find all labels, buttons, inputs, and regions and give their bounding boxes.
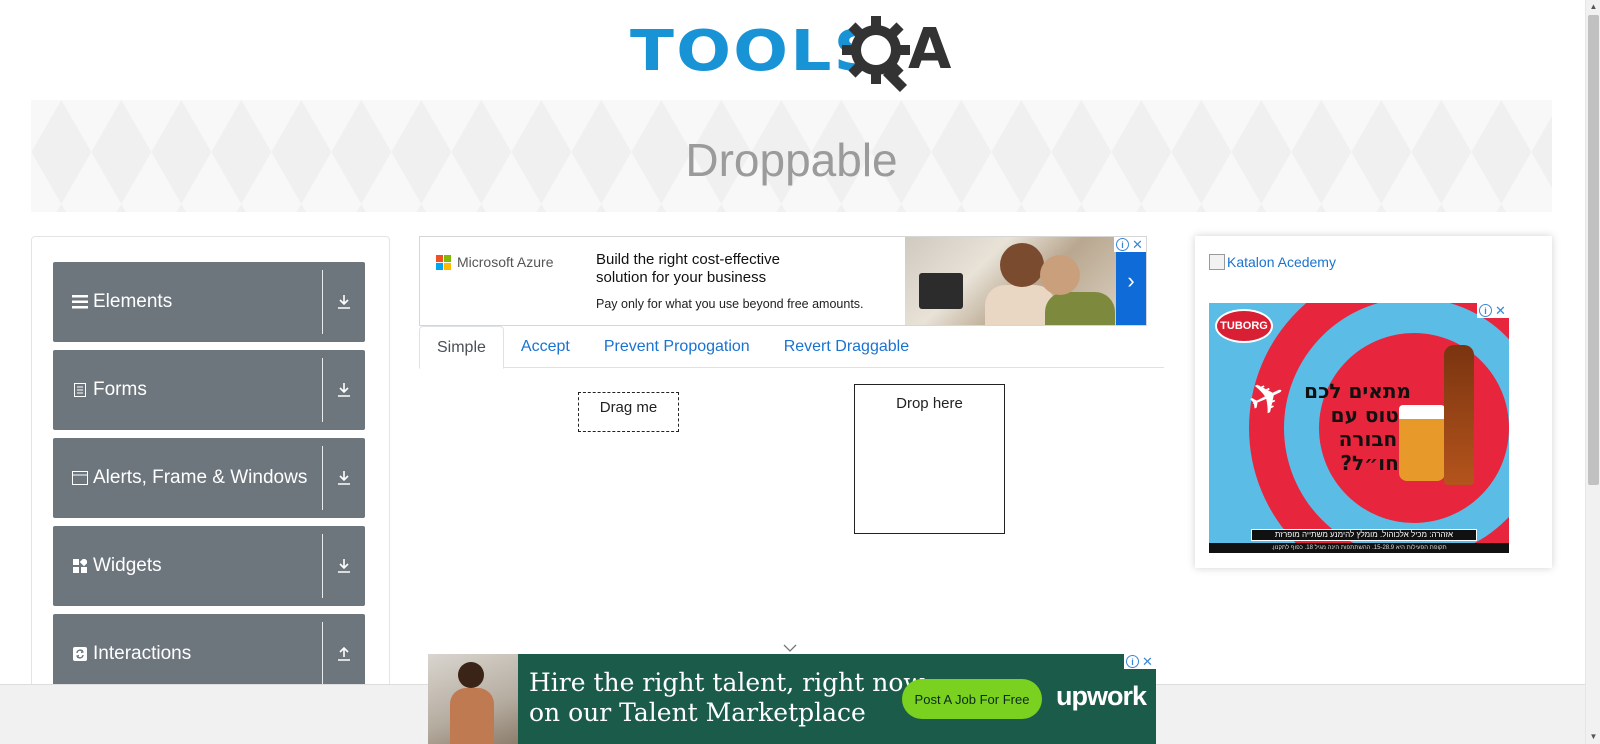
chevron-down-icon[interactable] [783, 641, 797, 655]
upwork-ad-banner[interactable]: Hire the right talent, right now on our … [428, 654, 1156, 744]
divider [322, 270, 323, 334]
scroll-down-icon[interactable]: ▼ [1586, 730, 1600, 744]
left-sidebar: Elements Forms Alerts, Frame & Windows W… [31, 236, 390, 696]
tab-revert-draggable[interactable]: Revert Draggable [767, 326, 926, 368]
info-icon[interactable]: i [1479, 304, 1492, 317]
tuborg-badge: TUBORG [1215, 309, 1273, 343]
sidebar-group-alerts[interactable]: Alerts, Frame & Windows [53, 438, 365, 518]
tab-simple[interactable]: Simple [419, 326, 504, 369]
sidebar-group-label: Widgets [93, 555, 162, 576]
download-icon[interactable] [323, 558, 365, 574]
download-icon[interactable] [323, 294, 365, 310]
katalon-link-text[interactable]: Katalon Acedemy [1227, 254, 1336, 270]
tuborg-ad[interactable]: TUBORG ✈ מתאים לכם לטוס עם החבורה לחו״ל?… [1209, 303, 1509, 553]
close-icon[interactable]: ✕ [1131, 237, 1144, 252]
scroll-up-icon[interactable]: ▲ [1586, 0, 1600, 14]
draggable-box[interactable]: Drag me [578, 392, 679, 432]
hamburger-icon [69, 295, 91, 309]
ad-choices[interactable]: i ✕ [1124, 654, 1156, 669]
ad-choices[interactable]: i ✕ [1477, 303, 1509, 318]
ad-brand-name: Microsoft Azure [457, 254, 554, 270]
tuborg-warning: אזהרה: מכיל אלכוהול. מומלץ להימנע משתייה… [1251, 529, 1477, 541]
broken-image-icon [1209, 254, 1225, 270]
logo-suffix: A [908, 17, 952, 82]
sidebar-group-label: Forms [93, 379, 147, 400]
sidebar-group-label: Elements [93, 291, 173, 312]
gear-magnifier-icon [842, 16, 910, 92]
sidebar-group-widgets[interactable]: Widgets [53, 526, 365, 606]
sidebar-group-interactions[interactable]: Interactions [53, 614, 365, 694]
beer-bottle [1444, 345, 1474, 485]
ad-photo [905, 237, 1117, 325]
divider [322, 446, 323, 510]
scrollbar-thumb[interactable] [1588, 15, 1599, 485]
ad-headline-line2: on our Talent Marketplace [529, 698, 866, 727]
upwork-logo: upwork [1056, 681, 1147, 711]
beer-glass [1399, 405, 1445, 481]
tab-prevent-propogation[interactable]: Prevent Propogation [587, 326, 767, 368]
ad-brand: Microsoft Azure [436, 254, 553, 270]
download-icon[interactable] [323, 470, 365, 486]
ad-headline: Build the right cost-effective solution … [596, 251, 780, 286]
sidebar-group-label: Interactions [93, 643, 192, 664]
ad-photo [428, 654, 518, 744]
download-icon[interactable] [323, 382, 365, 398]
divider [322, 358, 323, 422]
tuborg-fine-print: תקופת הפעילות היא 15-28.9. ההשתתפות הינה… [1209, 543, 1509, 553]
tuborg-heading: מתאים לכם לטוס עם החבורה לחו״ל? [1304, 379, 1411, 475]
right-ad-panel: Katalon Acedemy TUBORG ✈ מתאים לכם לטוס … [1195, 236, 1552, 568]
droppable-box[interactable]: Drop here [854, 384, 1005, 534]
info-icon[interactable]: i [1126, 655, 1139, 668]
ad-headline: Hire the right talent, right now on our … [529, 668, 925, 728]
upload-icon[interactable] [323, 646, 365, 662]
azure-ad-banner[interactable]: Microsoft Azure Build the right cost-eff… [419, 236, 1147, 326]
divider [322, 534, 323, 598]
page-scrollbar[interactable]: ▲ ▼ [1585, 0, 1600, 744]
microsoft-logo-icon [436, 254, 451, 270]
widgets-icon [69, 559, 91, 573]
window-icon [69, 471, 91, 485]
ad-subline: Pay only for what you use beyond free am… [596, 297, 864, 311]
sidebar-group-label: Alerts, Frame & Windows [93, 467, 308, 488]
info-icon[interactable]: i [1116, 238, 1129, 251]
ad-headline-line1: Hire the right talent, right now [529, 668, 925, 697]
toolsqa-logo[interactable]: TOOLS A [630, 14, 956, 92]
post-job-button[interactable]: Post A Job For Free [902, 679, 1042, 719]
document-icon [69, 383, 91, 397]
katalon-link[interactable]: Katalon Acedemy [1209, 254, 1336, 270]
divider [322, 622, 323, 686]
ad-choices[interactable]: i ✕ [1114, 237, 1146, 252]
droppable-tabs: Simple Accept Prevent Propogation Revert… [419, 326, 1164, 369]
close-icon[interactable]: ✕ [1141, 654, 1154, 669]
tab-accept[interactable]: Accept [504, 326, 587, 368]
refresh-icon [69, 647, 91, 661]
sidebar-group-forms[interactable]: Forms [53, 350, 365, 430]
page-banner: Droppable [31, 100, 1552, 212]
sidebar-group-elements[interactable]: Elements [53, 262, 365, 342]
page-title: Droppable [685, 134, 898, 186]
close-icon[interactable]: ✕ [1494, 303, 1507, 318]
